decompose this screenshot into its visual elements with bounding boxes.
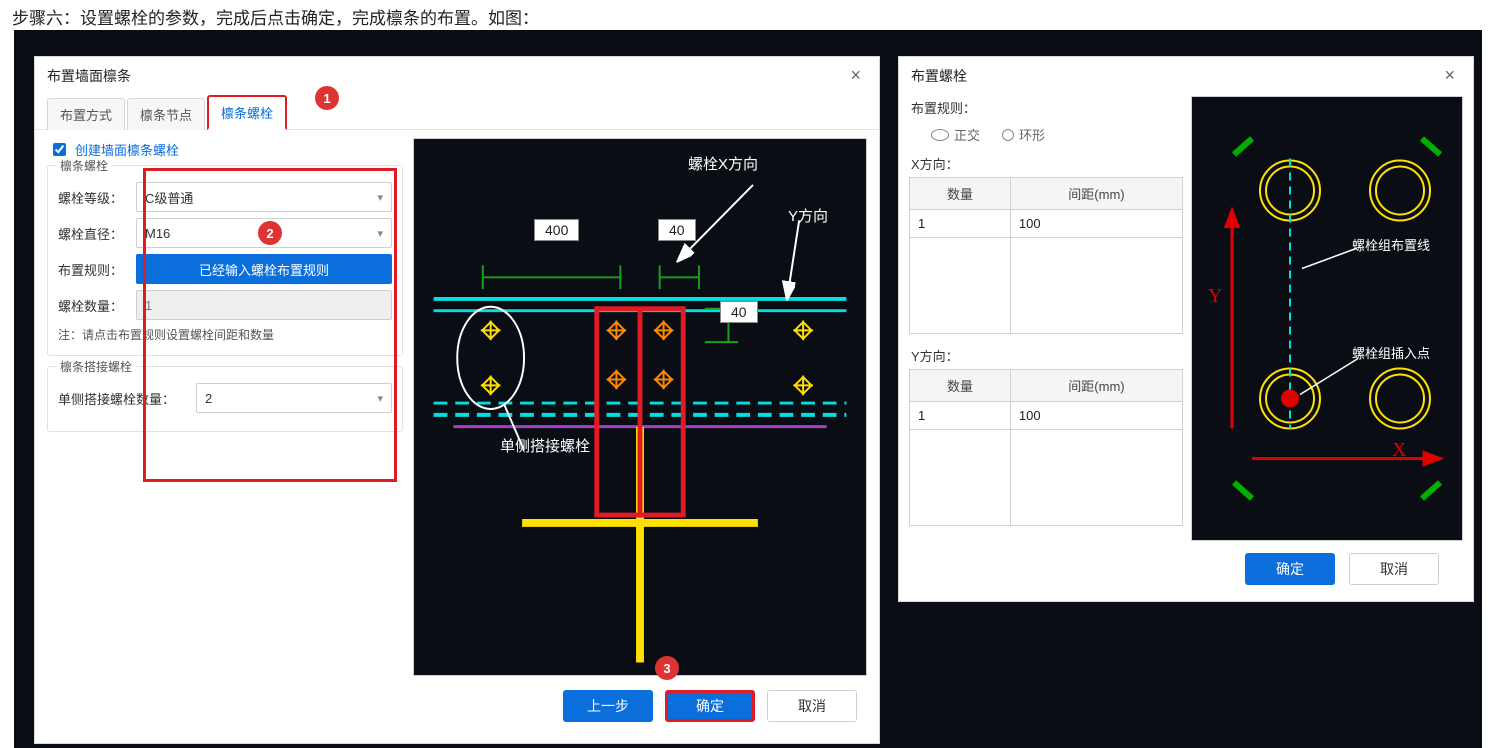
overlap-qty-label: 单侧搭接螺栓数量： (58, 389, 188, 408)
dialog-purlin: 布置墙面檩条 × 布置方式 檩条节点 檩条螺栓 1 创建墙面檩条螺栓 檩条螺栓 … (34, 56, 880, 744)
radio-ring[interactable]: 环形 (1002, 125, 1045, 144)
table-row[interactable]: 1100 (910, 210, 1183, 238)
table-row[interactable] (910, 238, 1183, 334)
group-overlap-bolt: 檩条搭接螺栓 单侧搭接螺栓数量： 2 (47, 366, 403, 432)
group2-title: 檩条搭接螺栓 (56, 358, 136, 375)
label-y-dir: Y方向 (788, 205, 828, 226)
col-qty: 数量 (910, 178, 1011, 210)
preview-panel: 400 40 40 螺栓X方向 Y方向 单侧搭接螺栓 (413, 138, 867, 676)
bolt-preview2: 螺栓组布置线 螺栓组插入点 Y X (1191, 96, 1463, 541)
empty-cell[interactable] (910, 238, 1011, 334)
axis-x-label: X (1392, 439, 1406, 462)
bolt-ok-button[interactable]: 确定 (1245, 553, 1335, 585)
col-spacing: 间距(mm) (1010, 370, 1182, 402)
bolt-grade-select[interactable]: C级普通 (136, 182, 392, 212)
x-table: 数量间距(mm) 1100 (909, 177, 1183, 334)
bolt-qty-field: 1 (136, 290, 392, 320)
x-dir-label: X方向： (909, 152, 1183, 177)
callout-2: 2 (258, 221, 282, 245)
ok-button[interactable]: 确定 (665, 690, 755, 722)
cancel-button[interactable]: 取消 (767, 690, 857, 722)
y-dir-label: Y方向： (909, 344, 1183, 369)
bolt-qty-label: 螺栓数量： (58, 296, 128, 315)
tabs: 布置方式 檩条节点 檩条螺栓 1 (35, 90, 879, 130)
overlap-qty-select[interactable]: 2 (196, 383, 392, 413)
y-table: 数量间距(mm) 1100 (909, 369, 1183, 526)
empty-cell[interactable] (910, 430, 1011, 526)
radio-ortho-label: 正交 (954, 125, 980, 144)
close-icon[interactable]: × (844, 65, 867, 86)
table-row[interactable] (910, 430, 1183, 526)
dialog-purlin-title: 布置墙面檩条 (47, 66, 131, 86)
overlap-qty-value: 2 (205, 391, 212, 406)
create-bolt-checkbox[interactable] (53, 143, 66, 156)
bolt-rule-button[interactable]: 已经输入螺栓布置规则 (136, 254, 392, 284)
bolt-dia-label: 螺栓直径： (58, 224, 128, 243)
form-column: 创建墙面檩条螺栓 檩条螺栓 螺栓等级： C级普通 螺栓直径： M16 2 布置规… (47, 138, 403, 676)
y-qty-cell[interactable]: 1 (910, 402, 1011, 430)
rule-label: 布置规则： (58, 260, 128, 279)
layout-rule-label: 布置规则： (909, 96, 1183, 121)
label-overlap-bolt: 单侧搭接螺栓 (500, 435, 590, 456)
col-spacing: 间距(mm) (1010, 178, 1182, 210)
x-spacing-cell[interactable]: 100 (1010, 210, 1182, 238)
dim-40a: 40 (658, 219, 696, 241)
bolt-qty-value: 1 (145, 298, 152, 313)
table-row: 数量间距(mm) (910, 178, 1183, 210)
group1-title: 檩条螺栓 (56, 157, 112, 174)
group-purlin-bolt: 檩条螺栓 螺栓等级： C级普通 螺栓直径： M16 2 布置规则： 已经输入螺栓… (47, 165, 403, 356)
radio-dot-icon (1002, 129, 1014, 141)
note-insert-point: 螺栓组插入点 (1352, 343, 1430, 362)
tab-purlin-bolt[interactable]: 檩条螺栓 (207, 95, 287, 130)
bolt-cancel-button[interactable]: 取消 (1349, 553, 1439, 585)
dim-40b: 40 (720, 301, 758, 323)
table-row[interactable]: 1100 (910, 402, 1183, 430)
radio-dot-icon (931, 129, 949, 141)
axis-y-label: Y (1208, 285, 1222, 308)
bolt-preview2-svg (1192, 97, 1462, 540)
tab-layout-mode[interactable]: 布置方式 (47, 98, 125, 130)
note-layout-line: 螺栓组布置线 (1352, 235, 1430, 254)
bolt-note: 注：请点击布置规则设置螺栓间距和数量 (58, 326, 392, 343)
empty-cell[interactable] (1010, 430, 1182, 526)
dim-400: 400 (534, 219, 579, 241)
bolt-grade-label: 螺栓等级： (58, 188, 128, 207)
label-x-dir: 螺栓X方向 (688, 153, 758, 174)
radio-ortho[interactable]: 正交 (931, 125, 980, 144)
tab-purlin-joint[interactable]: 檩条节点 (127, 98, 205, 130)
radio-ring-label: 环形 (1019, 125, 1045, 144)
empty-cell[interactable] (1010, 238, 1182, 334)
dialog-bolt-layout: 布置螺栓 × 布置规则： 正交 环形 X方向： 数量间距(mm) 1100 Y方… (898, 56, 1474, 602)
bolt-grade-value: C级普通 (145, 188, 193, 207)
col-qty: 数量 (910, 370, 1011, 402)
table-row: 数量间距(mm) (910, 370, 1183, 402)
bolt-dia-value: M16 (145, 226, 170, 241)
bolt-rule-column: 布置规则： 正交 环形 X方向： 数量间距(mm) 1100 Y方向： 数量间距… (909, 96, 1183, 541)
callout-1: 1 (315, 86, 339, 110)
prev-step-button[interactable]: 上一步 (563, 690, 653, 722)
y-spacing-cell[interactable]: 100 (1010, 402, 1182, 430)
x-qty-cell[interactable]: 1 (910, 210, 1011, 238)
dialog-bolt-title: 布置螺栓 (911, 66, 967, 86)
close-icon[interactable]: × (1438, 65, 1461, 86)
callout-3: 3 (655, 656, 679, 680)
